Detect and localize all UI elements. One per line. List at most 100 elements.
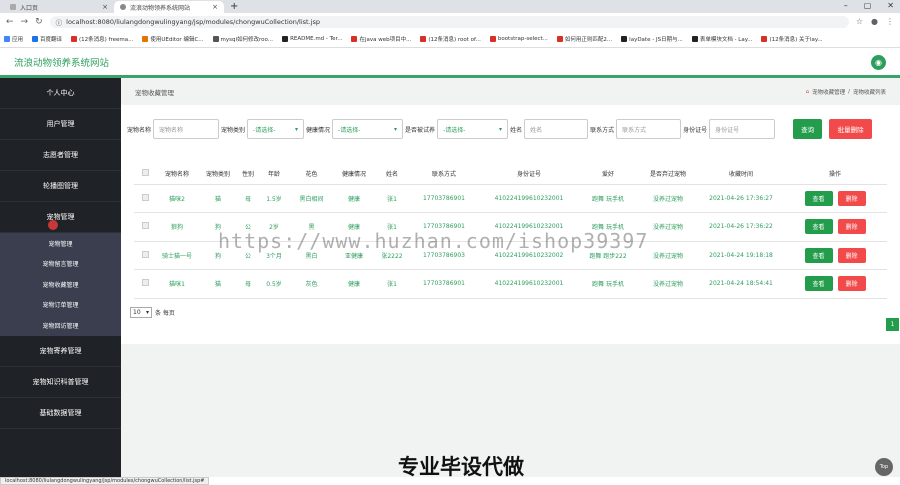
bookmark-item[interactable]: 如何用正则匹配2... (556, 35, 613, 43)
window-controls: – ▢ ✕ (844, 1, 894, 10)
bookmark-item[interactable]: mysql如何修改roo... (212, 35, 273, 43)
cursor-indicator (48, 220, 58, 230)
row-actions: 查看 删除 (783, 269, 887, 299)
page-title: 宠物收藏管理 (135, 88, 174, 97)
bookmark-item[interactable]: README.md - Ter... (282, 35, 342, 42)
row-checkbox[interactable] (134, 241, 156, 270)
bookmark-item[interactable]: 表单模块文档 - Lay... (691, 35, 752, 43)
minimize-icon[interactable]: – (844, 1, 848, 10)
row-checkbox[interactable] (134, 212, 156, 242)
bookmark-item[interactable]: (12条消息) freema... (71, 35, 133, 43)
back-icon[interactable]: ← (6, 17, 14, 27)
breadcrumb-item[interactable]: 宠物收藏管理 (812, 88, 845, 96)
url-field[interactable]: ⓘ localhost:8080/liulangdongwulingyang/j… (49, 15, 849, 28)
column-header: 宠物类别 (198, 164, 238, 185)
info-icon: ⓘ (55, 18, 63, 27)
adopted-label: 是否被试养 (405, 126, 436, 134)
batch-delete-button[interactable]: 批量删除 (829, 119, 873, 139)
close-icon[interactable]: × (212, 3, 218, 11)
row-actions: 查看 删除 (783, 212, 887, 242)
bookmark-item[interactable]: 使用UEditor 编辑C... (142, 35, 204, 43)
submenu-item-pets[interactable]: 宠物管理 (0, 233, 121, 254)
bookmark-item[interactable]: (12条消息) root of... (420, 35, 481, 43)
delete-button[interactable]: 删除 (837, 190, 866, 206)
bookmark-item[interactable]: (12条消息) 关于lay... (761, 35, 823, 43)
table-cell: 健康 (333, 269, 375, 299)
view-button[interactable]: 查看 (804, 276, 833, 292)
pet-name-input[interactable]: 宠物名称 (153, 119, 220, 139)
chevron-down-icon: ▾ (145, 309, 149, 316)
bookmark-label: 如何用正则匹配2... (564, 36, 613, 43)
list-panel: 宠物名称 宠物名称 宠物类别 -请选择- ▾ 健康情况 -请选择- ▾ 是否被试养 … (121, 105, 900, 344)
sidebar-item-knowledge[interactable]: 宠物知识科普管理 (0, 367, 121, 398)
adopted-select[interactable]: -请选择- ▾ (437, 119, 509, 139)
close-icon[interactable]: × (102, 3, 108, 11)
query-button[interactable]: 查询 (793, 119, 823, 139)
select-all-checkbox[interactable] (134, 164, 156, 185)
table-cell: 跑舞 玩手机 (579, 269, 637, 299)
column-header: 爱好 (579, 164, 637, 185)
view-button[interactable]: 查看 (804, 219, 833, 235)
bookmark-icon (691, 35, 698, 42)
bookmark-icon (556, 35, 563, 42)
toolbar-right: ☆ ● ⋮ (856, 17, 894, 26)
bookmark-icon (351, 35, 358, 42)
delete-button[interactable]: 删除 (837, 276, 866, 292)
delete-button[interactable]: 删除 (837, 219, 866, 235)
user-icon[interactable]: ◉ (871, 55, 886, 70)
sidebar-item-volunteers[interactable]: 志愿者管理 (0, 140, 121, 171)
health-select[interactable]: -请选择- ▾ (332, 119, 404, 139)
submenu-item-messages[interactable]: 宠物留言管理 (0, 254, 121, 275)
row-checkbox[interactable] (134, 184, 156, 213)
submenu-item-orders[interactable]: 宠物订单管理 (0, 295, 121, 316)
bookmark-icon (282, 35, 289, 42)
sidebar-item-users[interactable]: 用户管理 (0, 109, 121, 140)
sidebar-item-pets[interactable]: 宠物管理 (0, 202, 121, 233)
forward-icon[interactable]: → (21, 17, 29, 27)
chevron-down-icon: ▾ (295, 125, 299, 133)
scroll-top-button[interactable]: Top (875, 458, 893, 476)
bookmark-label: bootstrap-select... (497, 35, 548, 42)
chevron-down-icon: ▾ (394, 125, 398, 133)
page-size-select[interactable]: 10 ▾ (130, 307, 152, 318)
phone-input[interactable]: 联系方式 (616, 119, 682, 139)
star-icon[interactable]: ☆ (856, 17, 863, 26)
table-cell: 17703786901 (409, 269, 479, 299)
submenu-item-collection[interactable]: 宠物收藏管理 (0, 274, 121, 295)
sidebar-item-carousel[interactable]: 轮播图管理 (0, 171, 121, 202)
delete-button[interactable]: 删除 (837, 247, 866, 263)
profile-icon[interactable]: ● (871, 17, 878, 26)
id-input[interactable]: 身份证号 (709, 119, 776, 139)
view-button[interactable]: 查看 (804, 190, 833, 206)
sidebar-item-profile[interactable]: 个人中心 (0, 78, 121, 109)
pet-type-select[interactable]: -请选择- ▾ (247, 119, 305, 139)
reload-icon[interactable]: ↻ (35, 17, 43, 27)
table-cell: 没养过宠物 (637, 184, 699, 213)
browser-tab-2[interactable]: 流浪动物领养系统网站 × (114, 1, 224, 13)
bookmark-item[interactable]: bootstrap-select... (489, 35, 548, 42)
pet-type-label: 宠物类别 (221, 126, 246, 134)
view-button[interactable]: 查看 (804, 247, 833, 263)
pet-name-label: 宠物名称 (127, 126, 152, 134)
row-checkbox[interactable] (134, 269, 156, 299)
new-tab-icon[interactable]: + (230, 1, 238, 13)
sidebar-item-fostering[interactable]: 宠物寄养管理 (0, 336, 121, 367)
table-cell: 健康 (333, 184, 375, 213)
column-header: 身份证号 (479, 164, 579, 185)
bookmark-item[interactable]: 百度翻译 (32, 35, 62, 43)
bookmark-item[interactable]: 应用 (4, 35, 23, 43)
table-cell: 猫咪1 (156, 269, 198, 299)
submenu-item-visits[interactable]: 宠物回访管理 (0, 315, 121, 336)
menu-icon[interactable]: ⋮ (886, 17, 894, 26)
person-input[interactable]: 姓名 (524, 119, 589, 139)
sidebar-item-basedata[interactable]: 基础数据管理 (0, 398, 121, 429)
table-cell: 黑白相间 (290, 184, 333, 213)
browser-tab-1[interactable]: 入口页 × (4, 1, 114, 13)
home-icon[interactable]: ⌂ (806, 89, 810, 95)
tab-title: 流浪动物领养系统网站 (130, 4, 191, 12)
bookmark-item[interactable]: 在java web项目中... (351, 35, 411, 43)
maximize-icon[interactable]: ▢ (864, 1, 872, 10)
page-number-button[interactable]: 1 (886, 318, 899, 331)
close-window-icon[interactable]: ✕ (887, 1, 894, 10)
bookmark-item[interactable]: layDate - JS日期与... (621, 35, 683, 43)
